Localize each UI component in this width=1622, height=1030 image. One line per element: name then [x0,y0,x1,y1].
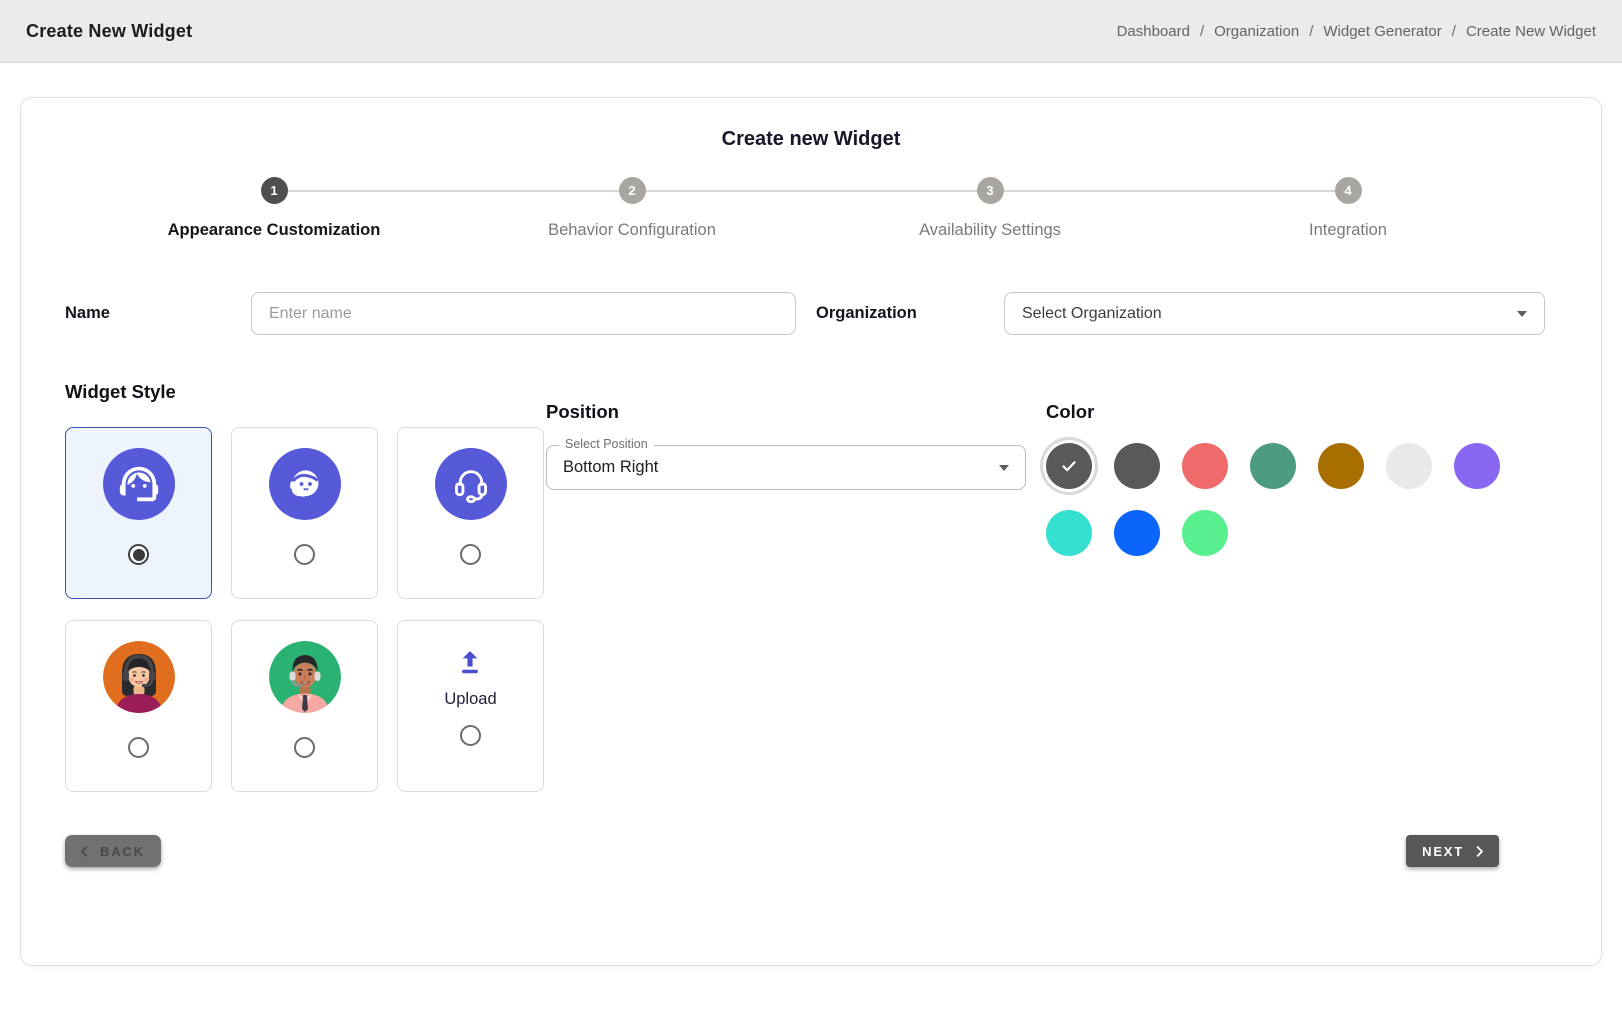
step-connector [1004,190,1170,192]
content-row: Widget Style [45,381,1577,792]
step-number-badge: 1 [261,177,288,204]
color-swatch-purple[interactable] [1454,443,1500,489]
chevron-down-icon [1517,311,1527,317]
name-input[interactable] [251,292,796,335]
support-agent-icon [103,448,175,520]
widget-style-option-female-avatar[interactable] [65,620,212,792]
radio-unselected-icon[interactable] [128,737,149,758]
breadcrumb-separator: / [1452,23,1456,40]
step-connector [288,190,454,192]
radio-unselected-icon[interactable] [294,737,315,758]
name-organization-row: Name Organization Select Organization [65,292,1577,335]
headset-mic-icon [435,448,507,520]
back-button[interactable]: BACK [65,835,161,867]
position-select-label: Select Position [559,437,654,451]
breadcrumb-item-create-new-widget: Create New Widget [1466,23,1596,40]
chevron-right-icon [1472,844,1487,859]
radio-unselected-icon[interactable] [460,725,481,746]
position-heading: Position [546,401,1046,423]
stepper-step-availability[interactable]: 3 Availability Settings [811,177,1169,240]
step-connector [811,190,977,192]
step-label: Behavior Configuration [548,221,716,240]
widget-style-grid: Upload [65,427,546,792]
chevron-down-icon [999,465,1009,471]
page-title: Create New Widget [26,21,192,42]
breadcrumb-separator: / [1309,23,1313,40]
step-number-badge: 3 [977,177,1004,204]
color-swatch-dark-gray-selected[interactable] [1046,443,1092,489]
color-swatch-spring-green[interactable] [1182,510,1228,556]
step-label: Availability Settings [919,221,1061,240]
breadcrumb-item-organization[interactable]: Organization [1214,23,1299,40]
chevron-left-icon [77,844,92,859]
female-agent-avatar [103,641,175,713]
step-connector [453,190,619,192]
organization-select[interactable]: Select Organization [1004,292,1545,335]
step-label: Appearance Customization [168,221,381,240]
stepper-step-behavior[interactable]: 2 Behavior Configuration [453,177,811,240]
check-icon [1058,455,1080,477]
step-label: Integration [1309,221,1387,240]
position-select-value: Bottom Right [563,458,658,477]
breadcrumb: Dashboard / Organization / Widget Genera… [1117,23,1596,40]
male-agent-avatar [269,641,341,713]
color-swatch-blue[interactable] [1114,510,1160,556]
widget-style-option-male-avatar[interactable] [231,620,378,792]
card-title: Create new Widget [45,128,1577,151]
create-widget-card: Create new Widget 1 Appearance Customiza… [20,97,1602,966]
next-button[interactable]: NEXT [1406,835,1499,867]
widget-style-option-headset[interactable] [397,427,544,599]
agent-face-icon [269,448,341,520]
radio-unselected-icon[interactable] [294,544,315,565]
color-swatch-light-gray[interactable] [1386,443,1432,489]
color-swatch-brown[interactable] [1318,443,1364,489]
color-swatch-red[interactable] [1182,443,1228,489]
name-label: Name [65,304,251,323]
radio-unselected-icon[interactable] [460,544,481,565]
radio-selected-icon[interactable] [128,544,149,565]
breadcrumb-item-widget-generator[interactable]: Widget Generator [1323,23,1441,40]
color-swatch-turquoise[interactable] [1046,510,1092,556]
breadcrumb-separator: / [1200,23,1204,40]
widget-style-option-upload[interactable]: Upload [397,620,544,792]
widget-style-heading: Widget Style [65,381,546,403]
step-connector [1169,190,1335,192]
breadcrumb-item-dashboard[interactable]: Dashboard [1117,23,1190,40]
step-number-badge: 4 [1335,177,1362,204]
color-swatches [1046,443,1526,556]
step-connector [646,190,812,192]
stepper: 1 Appearance Customization 2 Behavior Co… [95,177,1527,240]
top-bar: Create New Widget Dashboard / Organizati… [0,0,1622,63]
organization-select-value: Select Organization [1022,305,1162,323]
color-swatch-dark-gray[interactable] [1114,443,1160,489]
organization-label: Organization [816,304,1004,323]
stepper-step-integration[interactable]: 4 Integration [1169,177,1527,240]
widget-style-option-agent-face[interactable] [231,427,378,599]
color-swatch-green[interactable] [1250,443,1296,489]
position-select[interactable]: Select Position Bottom Right [546,445,1026,490]
widget-style-option-support-agent[interactable] [65,427,212,599]
color-heading: Color [1046,401,1577,423]
upload-icon: Upload [444,641,496,713]
upload-label: Upload [444,690,496,709]
wizard-actions: BACK NEXT [45,835,1577,867]
stepper-step-appearance[interactable]: 1 Appearance Customization [95,177,453,240]
step-number-badge: 2 [619,177,646,204]
